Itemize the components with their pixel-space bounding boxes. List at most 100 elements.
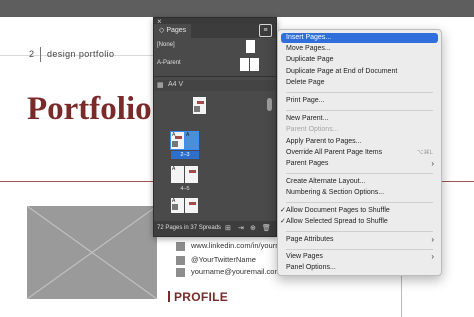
parent-marker: A — [172, 166, 176, 172]
chevron-right-icon: › — [431, 159, 434, 168]
tab-pages[interactable]: ◇ Pages — [154, 24, 192, 38]
image-placeholder[interactable] — [27, 206, 157, 299]
menu-item-delete-page[interactable]: Delete Page — [281, 78, 438, 88]
menu-item-label: Allow Selected Spread to Shuffle — [286, 218, 388, 225]
menu-item-label: Panel Options... — [286, 264, 336, 271]
menu-item-label: Insert Pages... — [286, 34, 332, 41]
menu-separator — [286, 173, 433, 174]
contact-email: yourname@youremail.com — [176, 267, 281, 278]
page-thumb-title-block — [189, 170, 196, 173]
menu-item-label: Parent Pages — [286, 160, 329, 167]
menu-item-allow-document-shuffle[interactable]: ✓ Allow Document Pages to Shuffle — [280, 206, 438, 216]
menu-item-label: New Parent... — [286, 115, 329, 122]
menu-item-label: Duplicate Page — [286, 56, 334, 63]
menu-item-new-parent[interactable]: New Parent... — [281, 114, 438, 124]
trash-icon[interactable]: 🗑 — [262, 224, 271, 232]
page-thumb-title-block — [189, 202, 196, 205]
contact-text: yourname@youremail.com — [191, 267, 281, 276]
pages-panel: × ◇ Pages ≡ [None] A-Parent ▦ A4 V A A 2… — [153, 17, 277, 237]
page-thumbnail[interactable]: A — [171, 198, 184, 213]
menu-item-label: Numbering & Section Options... — [286, 189, 385, 196]
profile-heading: PROFILE — [168, 290, 228, 304]
page-count-status: 72 Pages in 37 Spreads — [157, 225, 222, 231]
page-thumb-image-block — [172, 141, 178, 147]
menu-item-label: Create Alternate Layout... — [286, 178, 366, 185]
checkmark-icon: ✓ — [280, 207, 286, 214]
page-thumbnail[interactable]: A — [170, 131, 185, 150]
page-thumbnail[interactable]: A — [184, 131, 199, 150]
menu-item-parent-pages[interactable]: Parent Pages › — [281, 159, 438, 169]
menu-item-panel-options[interactable]: Panel Options... — [281, 263, 438, 273]
page-size-bar: ▦ A4 V — [154, 80, 276, 91]
menu-item-label: View Pages — [286, 253, 323, 260]
page-number-separator — [40, 47, 41, 62]
menu-item-insert-pages[interactable]: Insert Pages... — [281, 33, 438, 43]
page-thumbnail[interactable] — [185, 198, 198, 213]
menu-item-page-attributes[interactable]: Page Attributes › — [281, 235, 438, 245]
menu-item-allow-spread-shuffle[interactable]: ✓ Allow Selected Spread to Shuffle — [280, 217, 438, 227]
menu-item-duplicate-page[interactable]: Duplicate Page — [281, 55, 438, 65]
profile-heading-text: PROFILE — [174, 290, 229, 304]
panel-menu-button[interactable]: ≡ — [259, 24, 272, 37]
page-thumbnail[interactable] — [185, 166, 198, 183]
image-placeholder-cross — [27, 206, 157, 299]
menu-separator — [286, 249, 433, 250]
page-thumb-image-block — [194, 106, 200, 112]
parent-row-none[interactable]: [None] — [154, 38, 276, 56]
menu-separator — [286, 231, 433, 232]
move-page-icon[interactable]: ⇥ — [238, 224, 244, 232]
parent-thumb-right — [250, 58, 259, 71]
menu-item-create-alternate-layout[interactable]: Create Alternate Layout... — [281, 177, 438, 187]
chevron-right-icon: › — [431, 235, 434, 244]
layout-guide — [401, 274, 402, 317]
linkedin-icon — [176, 241, 185, 251]
contact-linkedin: www.linkedin.com/in/yournam — [176, 241, 290, 252]
menu-item-apply-parent[interactable]: Apply Parent to Pages... — [281, 137, 438, 147]
menu-item-label: Duplicate Page at End of Document — [286, 68, 398, 75]
chevron-right-icon: › — [431, 252, 434, 261]
menu-item-move-pages[interactable]: Move Pages... — [281, 44, 438, 54]
parent-row-a-parent[interactable]: A-Parent — [154, 56, 276, 74]
menu-item-label: Parent Options... — [286, 126, 339, 133]
parent-label: [None] — [157, 42, 175, 48]
parent-thumb-left — [240, 58, 249, 71]
panel-scrollbar-thumb[interactable] — [267, 98, 272, 111]
contact-text: www.linkedin.com/in/yournam — [191, 241, 290, 250]
parent-thumb — [246, 40, 255, 53]
panel-divider[interactable] — [154, 76, 276, 77]
menu-item-numbering-section-options[interactable]: Numbering & Section Options... — [281, 188, 438, 198]
menu-item-label: Delete Page — [286, 79, 325, 86]
menu-shortcut: ⌥⌘L — [416, 150, 433, 156]
parent-label: A-Parent — [157, 60, 181, 66]
menu-item-label: Override All Parent Page Items — [286, 149, 383, 156]
application-top-bar — [0, 0, 474, 17]
menu-separator — [286, 202, 433, 203]
page-thumb-title-block — [175, 136, 182, 139]
menu-item-view-pages[interactable]: View Pages › — [281, 252, 438, 262]
spread-label: 2–3 — [171, 151, 199, 159]
menu-item-duplicate-page-at-end[interactable]: Duplicate Page at End of Document — [281, 67, 438, 77]
panel-tab-bar: ◇ Pages — [154, 24, 276, 38]
spread-label: 4–5 — [180, 186, 190, 192]
edit-page-size-icon[interactable]: ⊞ — [225, 224, 231, 232]
pages-panel-flyout-menu: Insert Pages... Move Pages... Duplicate … — [277, 29, 442, 276]
portfolio-title: Portfolio — [27, 91, 152, 127]
email-icon — [176, 267, 185, 277]
checkmark-icon: ✓ — [280, 218, 286, 225]
page-thumbnail[interactable] — [193, 97, 206, 114]
twitter-icon — [176, 255, 185, 265]
page-size-select[interactable]: A4 V — [168, 81, 183, 88]
menu-item-print-page[interactable]: Print Page... — [281, 96, 438, 106]
page-thumbnail[interactable]: A — [171, 166, 184, 183]
panel-footer: 72 Pages in 37 Spreads ⊞ ⇥ ⊕ 🗑 — [154, 221, 276, 236]
contact-text: @YourTwitterName — [191, 255, 256, 264]
page-thumb-image-block — [172, 204, 178, 210]
menu-separator — [286, 110, 433, 111]
document-subtitle: design portfolio — [47, 49, 115, 59]
parent-marker: A — [186, 132, 190, 138]
menu-item-label: Apply Parent to Pages... — [286, 138, 362, 145]
menu-item-override-parent-items[interactable]: Override All Parent Page Items ⌥⌘L — [281, 148, 438, 158]
page-number: 2 — [29, 49, 35, 59]
grid-view-icon[interactable]: ▦ — [157, 81, 164, 89]
new-page-icon[interactable]: ⊕ — [250, 224, 256, 232]
